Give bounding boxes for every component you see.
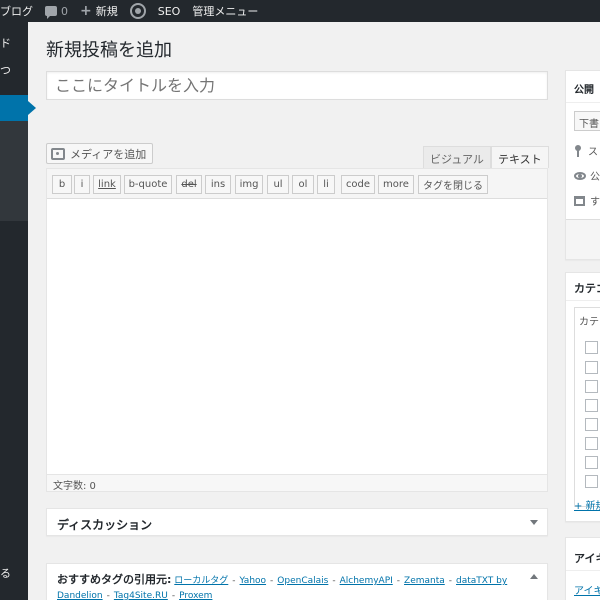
qt-ul-button[interactable]: ul (267, 175, 289, 194)
site-name-link[interactable]: ブログ (0, 0, 39, 22)
sidebar-collapse-menu[interactable]: る (0, 565, 11, 581)
category-box: カテゴ カテ + 新規 (565, 272, 600, 522)
manage-menu-link[interactable]: 管理メニュー (186, 0, 264, 22)
qt-blockquote-button[interactable]: b-quote (124, 175, 172, 194)
new-content-link[interactable]: + 新規 (74, 0, 124, 22)
seo-link[interactable]: SEO (152, 0, 187, 22)
category-checkbox[interactable] (585, 418, 598, 431)
qt-close-tags-button[interactable]: タグを閉じる (418, 175, 488, 194)
post-editor: b i link b-quote del ins img ul ol li co… (46, 168, 548, 492)
suggested-tags-box: おすすめタグの引用元: ローカルタグ - Yahoo - OpenCalais - Alch… (46, 563, 548, 600)
category-checkbox[interactable] (585, 361, 598, 374)
category-checkbox[interactable] (585, 341, 598, 354)
qt-code-button[interactable]: code (341, 175, 375, 194)
pin-icon (574, 144, 582, 157)
add-media-button[interactable]: メディアを追加 (46, 143, 154, 164)
word-count: 文字数: 0 (47, 474, 547, 492)
admin-sidebar: ド つ る (0, 22, 36, 600)
comments-count: 0 (61, 4, 68, 18)
sidebar-item-second[interactable]: つ (0, 62, 11, 78)
calendar-icon (574, 195, 585, 206)
sidebar-submenu (0, 121, 28, 221)
qt-del-button[interactable]: del (176, 175, 202, 194)
visibility-label: 公 (590, 172, 600, 183)
new-content-label: 新規 (95, 5, 118, 18)
category-checkbox[interactable] (585, 437, 598, 450)
visibility-row: 公 (574, 168, 600, 183)
seo-plugin-icon-link[interactable] (124, 0, 152, 22)
featured-image-box: アイキ アイキャ (565, 537, 600, 600)
tag-source-yahoo[interactable]: Yahoo (240, 576, 267, 586)
qt-li-button[interactable]: li (317, 175, 335, 194)
chevron-up-icon[interactable] (530, 574, 538, 579)
tab-text[interactable]: テキスト (491, 146, 549, 168)
tag-source-alchemyapi[interactable]: AlchemyAPI (340, 576, 393, 586)
qt-ol-button[interactable]: ol (292, 175, 314, 194)
category-checkbox[interactable] (585, 456, 598, 469)
tag-source-opencalais[interactable]: OpenCalais (277, 576, 328, 586)
featured-image-title: アイキ (574, 552, 600, 565)
page-title: 新規投稿を追加 (46, 40, 172, 61)
category-title: カテゴ (574, 282, 600, 295)
tag-sources-line: おすすめタグの引用元: ローカルタグ - Yahoo - OpenCalais - Alch… (57, 573, 508, 600)
tab-visual[interactable]: ビジュアル (423, 146, 491, 168)
media-icon (51, 147, 65, 160)
discussion-box[interactable]: ディスカッション (46, 508, 548, 536)
tag-source-local[interactable]: ローカルタグ (174, 576, 228, 586)
admin-bar: ブログ 0 + 新規 SEO 管理メニュー (0, 0, 600, 22)
quicktags-toolbar: b i link b-quote del ins img ul ol li co… (47, 169, 547, 199)
category-checkbox[interactable] (585, 475, 598, 488)
discussion-title: ディスカッション (57, 518, 153, 532)
comments-link[interactable]: 0 (39, 0, 74, 22)
tag-source-zemanta[interactable]: Zemanta (404, 576, 445, 586)
schedule-row: す (574, 193, 600, 208)
publish-actions (566, 219, 600, 259)
seo-plugin-icon (129, 3, 146, 19)
sidebar-item-posts-active[interactable] (0, 95, 36, 121)
sidebar-item-dashboard[interactable]: ド (0, 35, 11, 51)
publish-box: 公開 下書 ス 公 す (565, 70, 600, 260)
qt-img-button[interactable]: img (235, 175, 263, 194)
chevron-down-icon[interactable] (530, 520, 538, 525)
divider (566, 102, 600, 103)
post-status-row: ス (574, 143, 598, 158)
category-checkbox[interactable] (585, 399, 598, 412)
add-media-label: メディアを追加 (70, 147, 147, 161)
qt-link-button[interactable]: link (93, 175, 121, 194)
eye-icon (574, 171, 586, 180)
comment-icon (45, 6, 57, 19)
qt-more-button[interactable]: more (378, 175, 414, 194)
divider (566, 300, 600, 301)
add-new-category-link[interactable]: + 新規 (574, 497, 600, 512)
schedule-label: す (590, 197, 600, 208)
tag-source-tag4site[interactable]: Tag4Site.RU (114, 591, 168, 600)
set-featured-image-link[interactable]: アイキャ (574, 582, 600, 597)
category-list-panel: カテ (574, 307, 600, 507)
tag-source-proxem[interactable]: Proxem (179, 591, 212, 600)
post-title-input[interactable] (46, 71, 548, 100)
tag-sources-title: おすすめタグの引用元: (57, 573, 172, 586)
category-checkbox[interactable] (585, 380, 598, 393)
divider (566, 570, 600, 571)
plus-icon: + (80, 3, 92, 19)
post-status-label: ス (588, 147, 598, 158)
qt-ins-button[interactable]: ins (205, 175, 231, 194)
publish-title: 公開 (574, 85, 594, 96)
save-draft-button[interactable]: 下書 (574, 111, 600, 131)
category-tab-label[interactable]: カテ (579, 313, 599, 328)
qt-italic-button[interactable]: i (74, 175, 90, 194)
qt-bold-button[interactable]: b (52, 175, 72, 194)
